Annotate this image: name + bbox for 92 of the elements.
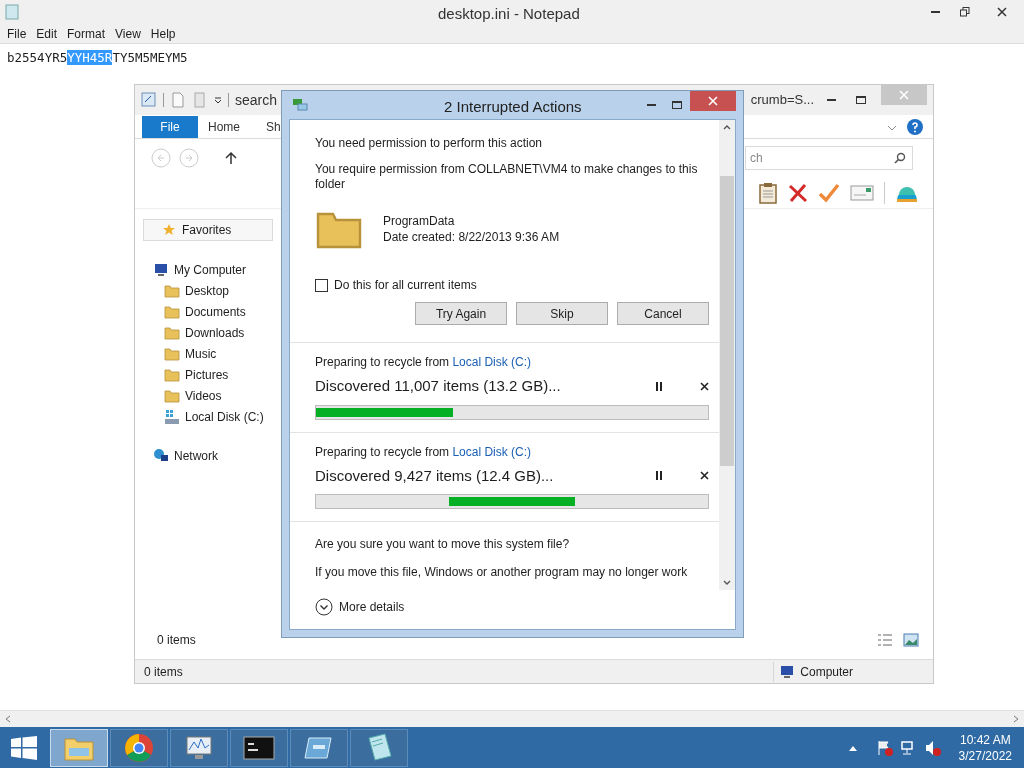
clock-date: 3/27/2022 — [958, 747, 1012, 764]
console-icon — [243, 735, 275, 760]
ribbon-tab[interactable]: Home — [198, 116, 256, 138]
restore-icon — [960, 7, 970, 17]
menu-item[interactable]: File — [2, 24, 32, 43]
checkbox[interactable]: Do this for all current items — [315, 276, 709, 294]
search-field[interactable]: ch — [745, 146, 913, 170]
dialog-title: 2 Interrupted Actions — [444, 97, 582, 117]
chevron-down-icon — [887, 124, 897, 132]
favorites-label: Favorites — [182, 222, 232, 239]
search-placeholder: ch — [750, 150, 763, 167]
card-icon[interactable] — [850, 184, 874, 201]
properties-icon — [141, 92, 157, 108]
speaker-icon[interactable] — [924, 739, 941, 756]
star-icon — [162, 223, 176, 237]
window-title: desktop.ini - Notepad — [438, 4, 580, 24]
help-icon — [907, 119, 923, 135]
dialog-button[interactable]: Cancel — [617, 302, 709, 325]
dialog-heading: You need permission to perform this action — [315, 135, 543, 152]
item-count: 0 items — [156, 632, 197, 649]
scroll-thumb[interactable] — [720, 176, 734, 466]
operation-status: Discovered 11,007 items (13.2 GB)... — [315, 376, 561, 396]
network-icon — [153, 447, 169, 464]
page-icon — [170, 92, 186, 108]
tree-item[interactable]: Local Disk (C:) — [143, 406, 275, 427]
dialog-button[interactable]: Try Again — [415, 302, 507, 325]
chevron-circle-icon — [315, 598, 333, 616]
status-location: Computer — [800, 663, 853, 681]
computer-icon — [779, 663, 796, 680]
window-title: search — [235, 90, 278, 110]
taskbar-button[interactable] — [290, 728, 348, 767]
transfer-icon — [292, 98, 308, 112]
tree-item[interactable]: My Computer — [143, 259, 275, 280]
vertical-scrollbar[interactable] — [719, 120, 735, 590]
clock[interactable]: 10:42 AM 3/27/2022 — [958, 731, 1012, 764]
close-icon[interactable] — [700, 471, 709, 481]
computer-icon — [153, 261, 169, 278]
checkmark-icon[interactable] — [818, 182, 840, 203]
chart-monitor-icon — [183, 733, 215, 762]
favorites-header[interactable]: Favorites — [143, 219, 273, 241]
taskbar-button[interactable] — [170, 728, 228, 767]
tree-item[interactable]: Documents — [143, 301, 275, 322]
permission-message: You require permission from COLLABNET\VM4 to make changes to this folder — [315, 162, 699, 192]
tree-item[interactable]: Videos — [143, 385, 275, 406]
source-link[interactable]: Local Disk (C:) — [452, 444, 532, 459]
dropdown-icon — [214, 96, 222, 104]
menu-item[interactable]: Format — [62, 24, 111, 43]
caret-up-icon[interactable] — [848, 744, 857, 751]
operation-status: Discovered 9,427 items (12.4 GB)... — [315, 465, 554, 486]
menu-item[interactable]: Help — [145, 24, 181, 43]
window-title: crumb=S... — [750, 91, 814, 110]
windows-logo-icon — [11, 735, 37, 760]
confirm-detail: If you move this file, Windows or another program may no longer work — [315, 564, 689, 581]
flag-icon[interactable] — [876, 739, 893, 756]
up-arrow-icon[interactable] — [225, 151, 237, 165]
thumbnail-view-icon[interactable] — [903, 633, 919, 647]
close-icon — [708, 96, 718, 106]
taskbar-button[interactable] — [350, 728, 408, 767]
clipboard-icon[interactable] — [758, 181, 778, 204]
ribbon-tab[interactable]: File — [142, 116, 198, 138]
dialog-button[interactable]: Skip — [516, 302, 608, 325]
close-icon — [997, 7, 1007, 17]
menu-item[interactable]: View — [110, 24, 146, 43]
drive-icon — [164, 408, 180, 425]
scroll-up-icon — [723, 124, 731, 130]
more-details-button[interactable]: More details — [315, 598, 405, 616]
close-icon[interactable] — [700, 381, 709, 391]
tree-item[interactable]: Music — [143, 343, 275, 364]
operation-source: Preparing to recycle from Local Disk (C:) — [315, 443, 533, 461]
taskbar-button[interactable] — [110, 728, 168, 767]
item-name: ProgramData — [383, 213, 456, 229]
tree-item[interactable]: Network — [143, 445, 275, 466]
operation-source: Preparing to recycle from Local Disk (C:) — [315, 354, 533, 371]
tree-item[interactable]: Pictures — [143, 364, 275, 385]
tree-item[interactable]: Desktop — [143, 280, 275, 301]
tree-item[interactable]: Downloads — [143, 322, 275, 343]
pause-icon[interactable] — [655, 471, 663, 481]
clock-time: 10:42 AM — [959, 731, 1011, 748]
delete-icon[interactable] — [788, 182, 808, 203]
taskbar-button[interactable] — [230, 728, 288, 767]
item-date: Date created: 8/22/2013 9:36 AM — [383, 229, 560, 245]
status-items: 0 items — [144, 663, 183, 681]
search-icon — [894, 152, 906, 164]
confirm-question: Are you sure you want to move this system file? — [315, 536, 571, 553]
horizontal-scrollbar[interactable] — [0, 710, 1024, 727]
scroll-down-icon — [723, 580, 731, 586]
menu-item[interactable]: Edit — [31, 24, 63, 43]
notepad-icon — [4, 4, 20, 20]
pause-icon[interactable] — [655, 381, 663, 391]
source-link[interactable]: Local Disk (C:) — [452, 355, 532, 369]
close-icon — [899, 90, 909, 100]
chrome-icon — [123, 731, 155, 764]
